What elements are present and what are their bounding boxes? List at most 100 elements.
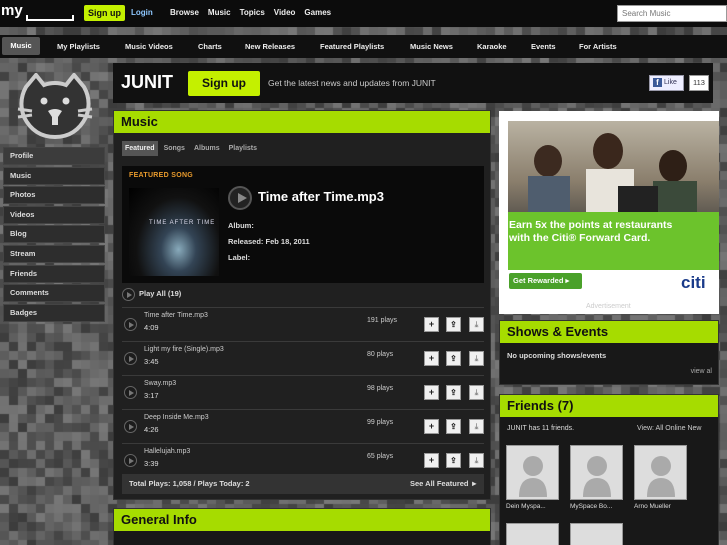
tab-albums[interactable]: Albums	[191, 141, 223, 156]
song-duration: 3:45	[144, 357, 159, 366]
download-icon[interactable]: ⤓	[469, 351, 484, 366]
play-all-icon[interactable]	[122, 288, 135, 301]
top-signup-button[interactable]: Sign up	[84, 5, 125, 21]
song-name[interactable]: Time after Time.mp3	[144, 312, 208, 319]
song-name[interactable]: Sway.mp3	[144, 380, 176, 387]
album-art[interactable]: TIME AFTER TIME	[129, 188, 219, 276]
song-duration: 4:26	[144, 425, 159, 434]
sidebar-item-photos[interactable]: Photos	[3, 186, 105, 205]
share-icon[interactable]: ⇪	[446, 453, 461, 468]
sidebar-item-friends[interactable]: Friends	[3, 264, 105, 283]
share-icon[interactable]: ⇪	[446, 351, 461, 366]
facebook-like-button[interactable]: f Like	[649, 75, 684, 91]
nav-games[interactable]: Games	[304, 8, 331, 17]
song-row[interactable]: Light my fire (Single).mp3 3:45 80 plays + ⇪…	[122, 341, 484, 375]
add-icon[interactable]: +	[424, 317, 439, 332]
friend-avatar[interactable]	[634, 445, 687, 500]
login-link[interactable]: Login	[131, 8, 153, 17]
song-name[interactable]: Light my fire (Single).mp3	[144, 346, 224, 353]
friend-name[interactable]: Arno Mueller	[634, 503, 671, 510]
tab-playlists[interactable]: Playlists	[226, 141, 260, 156]
subnav-music-videos[interactable]: Music Videos	[125, 42, 173, 51]
top-nav: Browse Music Topics Video Games	[170, 8, 331, 17]
artist-tagline: Get the latest news and updates from JUN…	[268, 78, 436, 88]
subnav-charts[interactable]: Charts	[198, 42, 222, 51]
nav-browse[interactable]: Browse	[170, 8, 199, 17]
subnav-music[interactable]: Music	[2, 37, 40, 55]
music-subnav: Music My Playlists Music Videos Charts N…	[0, 35, 727, 58]
song-plays: 99 plays	[367, 419, 394, 426]
friends-view-filter[interactable]: View: All Online New	[637, 425, 701, 432]
subnav-events[interactable]: Events	[531, 42, 556, 51]
sidebar-item-music[interactable]: Music	[3, 166, 105, 185]
add-icon[interactable]: +	[424, 351, 439, 366]
profile-sidebar: Profile Music Photos Videos Blog Stream …	[3, 147, 105, 323]
tab-featured[interactable]: Featured	[122, 141, 158, 156]
nav-video[interactable]: Video	[274, 8, 296, 17]
song-row[interactable]: Deep Inside Me.mp3 4:26 99 plays + ⇪ ⤓	[122, 409, 484, 443]
sidebar-item-profile[interactable]: Profile	[3, 147, 105, 165]
song-row[interactable]: Time after Time.mp3 4:09 191 plays + ⇪ ⤓	[122, 307, 484, 341]
add-icon[interactable]: +	[424, 453, 439, 468]
song-play-icon[interactable]	[124, 352, 137, 365]
sidebar-item-videos[interactable]: Videos	[3, 205, 105, 224]
friend-avatar[interactable]	[570, 445, 623, 500]
add-icon[interactable]: +	[424, 385, 439, 400]
add-icon[interactable]: +	[424, 419, 439, 434]
friend-name[interactable]: MySpace Bo...	[570, 503, 612, 510]
subnav-for-artists[interactable]: For Artists	[579, 42, 617, 51]
sidebar-item-stream[interactable]: Stream	[3, 244, 105, 263]
nav-topics[interactable]: Topics	[240, 8, 265, 17]
sidebar-item-badges[interactable]: Badges	[3, 303, 105, 322]
tab-songs[interactable]: Songs	[161, 141, 188, 156]
see-all-featured-link[interactable]: See All Featured ►	[410, 474, 478, 494]
song-row[interactable]: Sway.mp3 3:17 98 plays + ⇪ ⤓	[122, 375, 484, 409]
subnav-new-releases[interactable]: New Releases	[245, 42, 295, 51]
featured-play-button[interactable]	[228, 186, 252, 210]
search-input[interactable]: Search Music	[617, 5, 727, 22]
general-info-title: General Info	[114, 509, 490, 531]
ad-headline: Earn 5x the points at restaurants with th…	[509, 219, 673, 244]
nav-music[interactable]: Music	[208, 8, 231, 17]
share-icon[interactable]: ⇪	[446, 419, 461, 434]
song-duration: 3:17	[144, 391, 159, 400]
view-all-link[interactable]: view al	[691, 368, 712, 375]
total-plays: Total Plays: 1,058 / Plays Today: 2	[129, 479, 250, 488]
share-icon[interactable]: ⇪	[446, 385, 461, 400]
friends-count: JUNIT has 11 friends.	[507, 425, 575, 432]
friend-avatar[interactable]	[506, 445, 559, 500]
download-icon[interactable]: ⤓	[469, 317, 484, 332]
song-play-icon[interactable]	[124, 386, 137, 399]
sidebar-item-comments[interactable]: Comments	[3, 284, 105, 303]
subnav-featured-playlists[interactable]: Featured Playlists	[320, 42, 384, 51]
featured-song: FEATURED SONG TIME AFTER TIME Time after…	[122, 166, 484, 283]
song-row[interactable]: Hallelujah.mp3 3:39 65 plays + ⇪ ⤓	[122, 443, 484, 477]
sidebar-item-blog[interactable]: Blog	[3, 225, 105, 244]
song-play-icon[interactable]	[124, 420, 137, 433]
facebook-icon: f	[653, 78, 662, 87]
music-panel: Music Featured Songs Albums Playlists FE…	[113, 110, 491, 500]
play-all-row[interactable]: Play All (19)	[122, 285, 484, 305]
friend-avatar[interactable]	[506, 523, 559, 545]
friend-avatar[interactable]	[570, 523, 623, 545]
advertisement[interactable]: Earn 5x the points at restaurants with th…	[499, 111, 719, 314]
get-rewarded-button[interactable]: Get Rewarded ▸	[509, 273, 582, 289]
subnav-music-news[interactable]: Music News	[410, 42, 453, 51]
download-icon[interactable]: ⤓	[469, 453, 484, 468]
song-play-icon[interactable]	[124, 454, 137, 467]
myspace-logo[interactable]: my	[1, 2, 75, 21]
song-name[interactable]: Deep Inside Me.mp3	[144, 414, 209, 421]
shows-events-panel: Shows & Events No upcoming shows/events …	[499, 320, 719, 385]
download-icon[interactable]: ⤓	[469, 385, 484, 400]
song-name[interactable]: Hallelujah.mp3	[144, 448, 190, 455]
song-duration: 3:39	[144, 459, 159, 468]
download-icon[interactable]: ⤓	[469, 419, 484, 434]
friend-name[interactable]: Dein Myspa...	[506, 503, 546, 510]
share-icon[interactable]: ⇪	[446, 317, 461, 332]
top-bar: my Sign up Login Browse Music Topics Vid…	[0, 0, 727, 27]
song-plays: 98 plays	[367, 385, 394, 392]
subnav-karaoke[interactable]: Karaoke	[477, 42, 507, 51]
song-play-icon[interactable]	[124, 318, 137, 331]
subnav-my-playlists[interactable]: My Playlists	[57, 42, 100, 51]
artist-signup-button[interactable]: Sign up	[188, 71, 260, 96]
